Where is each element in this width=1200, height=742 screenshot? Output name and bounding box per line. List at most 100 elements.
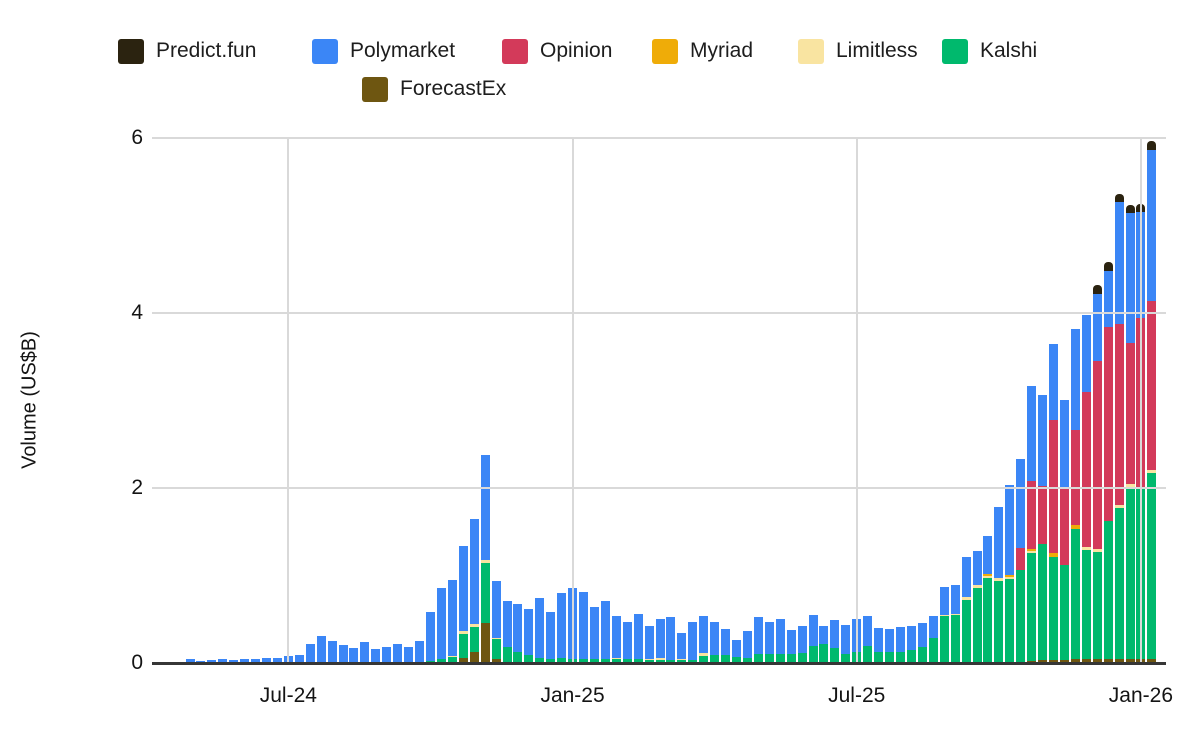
bar-week-38 xyxy=(601,0,610,663)
bar-week-33 xyxy=(546,0,555,663)
bar-week-20 xyxy=(404,0,413,663)
bar-segment-polymarket xyxy=(994,507,1003,578)
bar-segment-opinion xyxy=(1016,548,1025,570)
bar-segment-opinion xyxy=(1071,430,1080,525)
y-tick-label: 4 xyxy=(103,300,143,326)
bar-segment-polymarket xyxy=(1060,400,1069,488)
bar-segment-kalshi xyxy=(492,639,501,659)
bar-week-78 xyxy=(1038,0,1047,663)
bar-segment-limitless xyxy=(1027,551,1036,553)
bar-segment-polymarket xyxy=(809,615,818,646)
x-tick-label: Jul-25 xyxy=(828,684,885,708)
bar-week-26 xyxy=(470,0,479,663)
bar-segment-kalshi xyxy=(830,648,839,663)
bar-week-83 xyxy=(1093,0,1102,663)
bar-week-25 xyxy=(459,0,468,663)
bar-week-45 xyxy=(677,0,686,663)
bar-segment-polymarket xyxy=(874,628,883,652)
bar-week-22 xyxy=(426,0,435,663)
bar-week-88 xyxy=(1147,0,1156,663)
bar-segment-polymarket xyxy=(918,623,927,647)
bar-segment-forecastex xyxy=(481,623,490,663)
bar-segment-kalshi xyxy=(1071,529,1080,659)
bar-segment-kalshi xyxy=(459,634,468,658)
bar-week-55 xyxy=(787,0,796,663)
bar-week-53 xyxy=(765,0,774,663)
v-gridline-jul-24 xyxy=(287,138,289,663)
bar-segment-predictfun xyxy=(1104,262,1113,271)
bar-segment-polymarket xyxy=(743,631,752,658)
bar-week-10 xyxy=(295,0,304,663)
bar-week-5 xyxy=(240,0,249,663)
bar-week-8 xyxy=(273,0,282,663)
bar-segment-polymarket xyxy=(404,647,413,663)
bar-segment-polymarket xyxy=(634,614,643,659)
bar-segment-limitless xyxy=(1093,549,1102,552)
bar-segment-polymarket xyxy=(666,617,675,660)
bar-segment-kalshi xyxy=(524,655,533,662)
bar-segment-limitless xyxy=(492,638,501,639)
bar-segment-polymarket xyxy=(787,630,796,654)
bar-segment-polymarket xyxy=(721,629,730,655)
bar-segment-polymarket xyxy=(973,551,982,585)
bar-segment-polymarket xyxy=(1049,344,1058,420)
bar-segment-polymarket xyxy=(360,642,369,663)
bar-segment-polymarket xyxy=(590,607,599,659)
bar-week-68 xyxy=(929,0,938,663)
bar-segment-kalshi xyxy=(929,638,938,663)
bar-week-56 xyxy=(798,0,807,663)
bar-week-23 xyxy=(437,0,446,663)
bar-week-19 xyxy=(393,0,402,663)
bar-week-69 xyxy=(940,0,949,663)
bar-segment-polymarket xyxy=(470,519,479,624)
bar-segment-polymarket xyxy=(546,612,555,659)
bar-segment-limitless xyxy=(699,653,708,656)
bar-segment-polymarket xyxy=(448,580,457,656)
bar-segment-polymarket xyxy=(776,619,785,654)
bar-segment-limitless xyxy=(940,615,949,616)
bar-segment-polymarket xyxy=(579,592,588,659)
bar-week-70 xyxy=(951,0,960,663)
bar-segment-polymarket xyxy=(1082,315,1091,392)
v-gridline-jan-25 xyxy=(572,138,574,663)
bar-week-15 xyxy=(349,0,358,663)
bar-segment-polymarket xyxy=(983,536,992,574)
bar-week-85 xyxy=(1115,0,1124,663)
h-gridline-4 xyxy=(152,312,1166,314)
bar-week-66 xyxy=(907,0,916,663)
bar-week-47 xyxy=(699,0,708,663)
bar-week-64 xyxy=(885,0,894,663)
x-axis-line xyxy=(152,662,1166,665)
x-tick-label: Jul-24 xyxy=(260,684,317,708)
bar-week-7 xyxy=(262,0,271,663)
bar-segment-predictfun xyxy=(1115,194,1124,202)
bar-segment-limitless xyxy=(973,585,982,588)
bar-segment-kalshi xyxy=(1147,473,1156,659)
bar-week-49 xyxy=(721,0,730,663)
bar-week-28 xyxy=(492,0,501,663)
bar-segment-limitless xyxy=(612,658,621,659)
y-tick-label: 0 xyxy=(103,650,143,676)
bar-segment-kalshi xyxy=(1016,570,1025,663)
bar-segment-polymarket xyxy=(1126,213,1135,343)
v-gridline-jan-26 xyxy=(1140,138,1142,663)
bar-segment-kalshi xyxy=(1027,553,1036,661)
bar-segment-polymarket xyxy=(371,649,380,663)
bar-week-48 xyxy=(710,0,719,663)
bar-segment-kalshi xyxy=(863,646,872,663)
bar-segment-polymarket xyxy=(710,622,719,655)
bar-segment-kalshi xyxy=(1038,544,1047,660)
bar-segment-polymarket xyxy=(1104,271,1113,327)
bar-segment-polymarket xyxy=(1093,294,1102,361)
legend-swatch xyxy=(118,39,144,64)
bar-week-81 xyxy=(1071,0,1080,663)
bar-segment-kalshi xyxy=(1093,552,1102,659)
bar-segment-polymarket xyxy=(830,620,839,648)
bar-segment-polymarket xyxy=(677,633,686,659)
bar-week-76 xyxy=(1016,0,1025,663)
bar-segment-polymarket xyxy=(503,601,512,647)
bar-week-43 xyxy=(656,0,665,663)
bar-segment-polymarket xyxy=(1005,485,1014,575)
bar-segment-polymarket xyxy=(1016,459,1025,548)
bar-week-80 xyxy=(1060,0,1069,663)
